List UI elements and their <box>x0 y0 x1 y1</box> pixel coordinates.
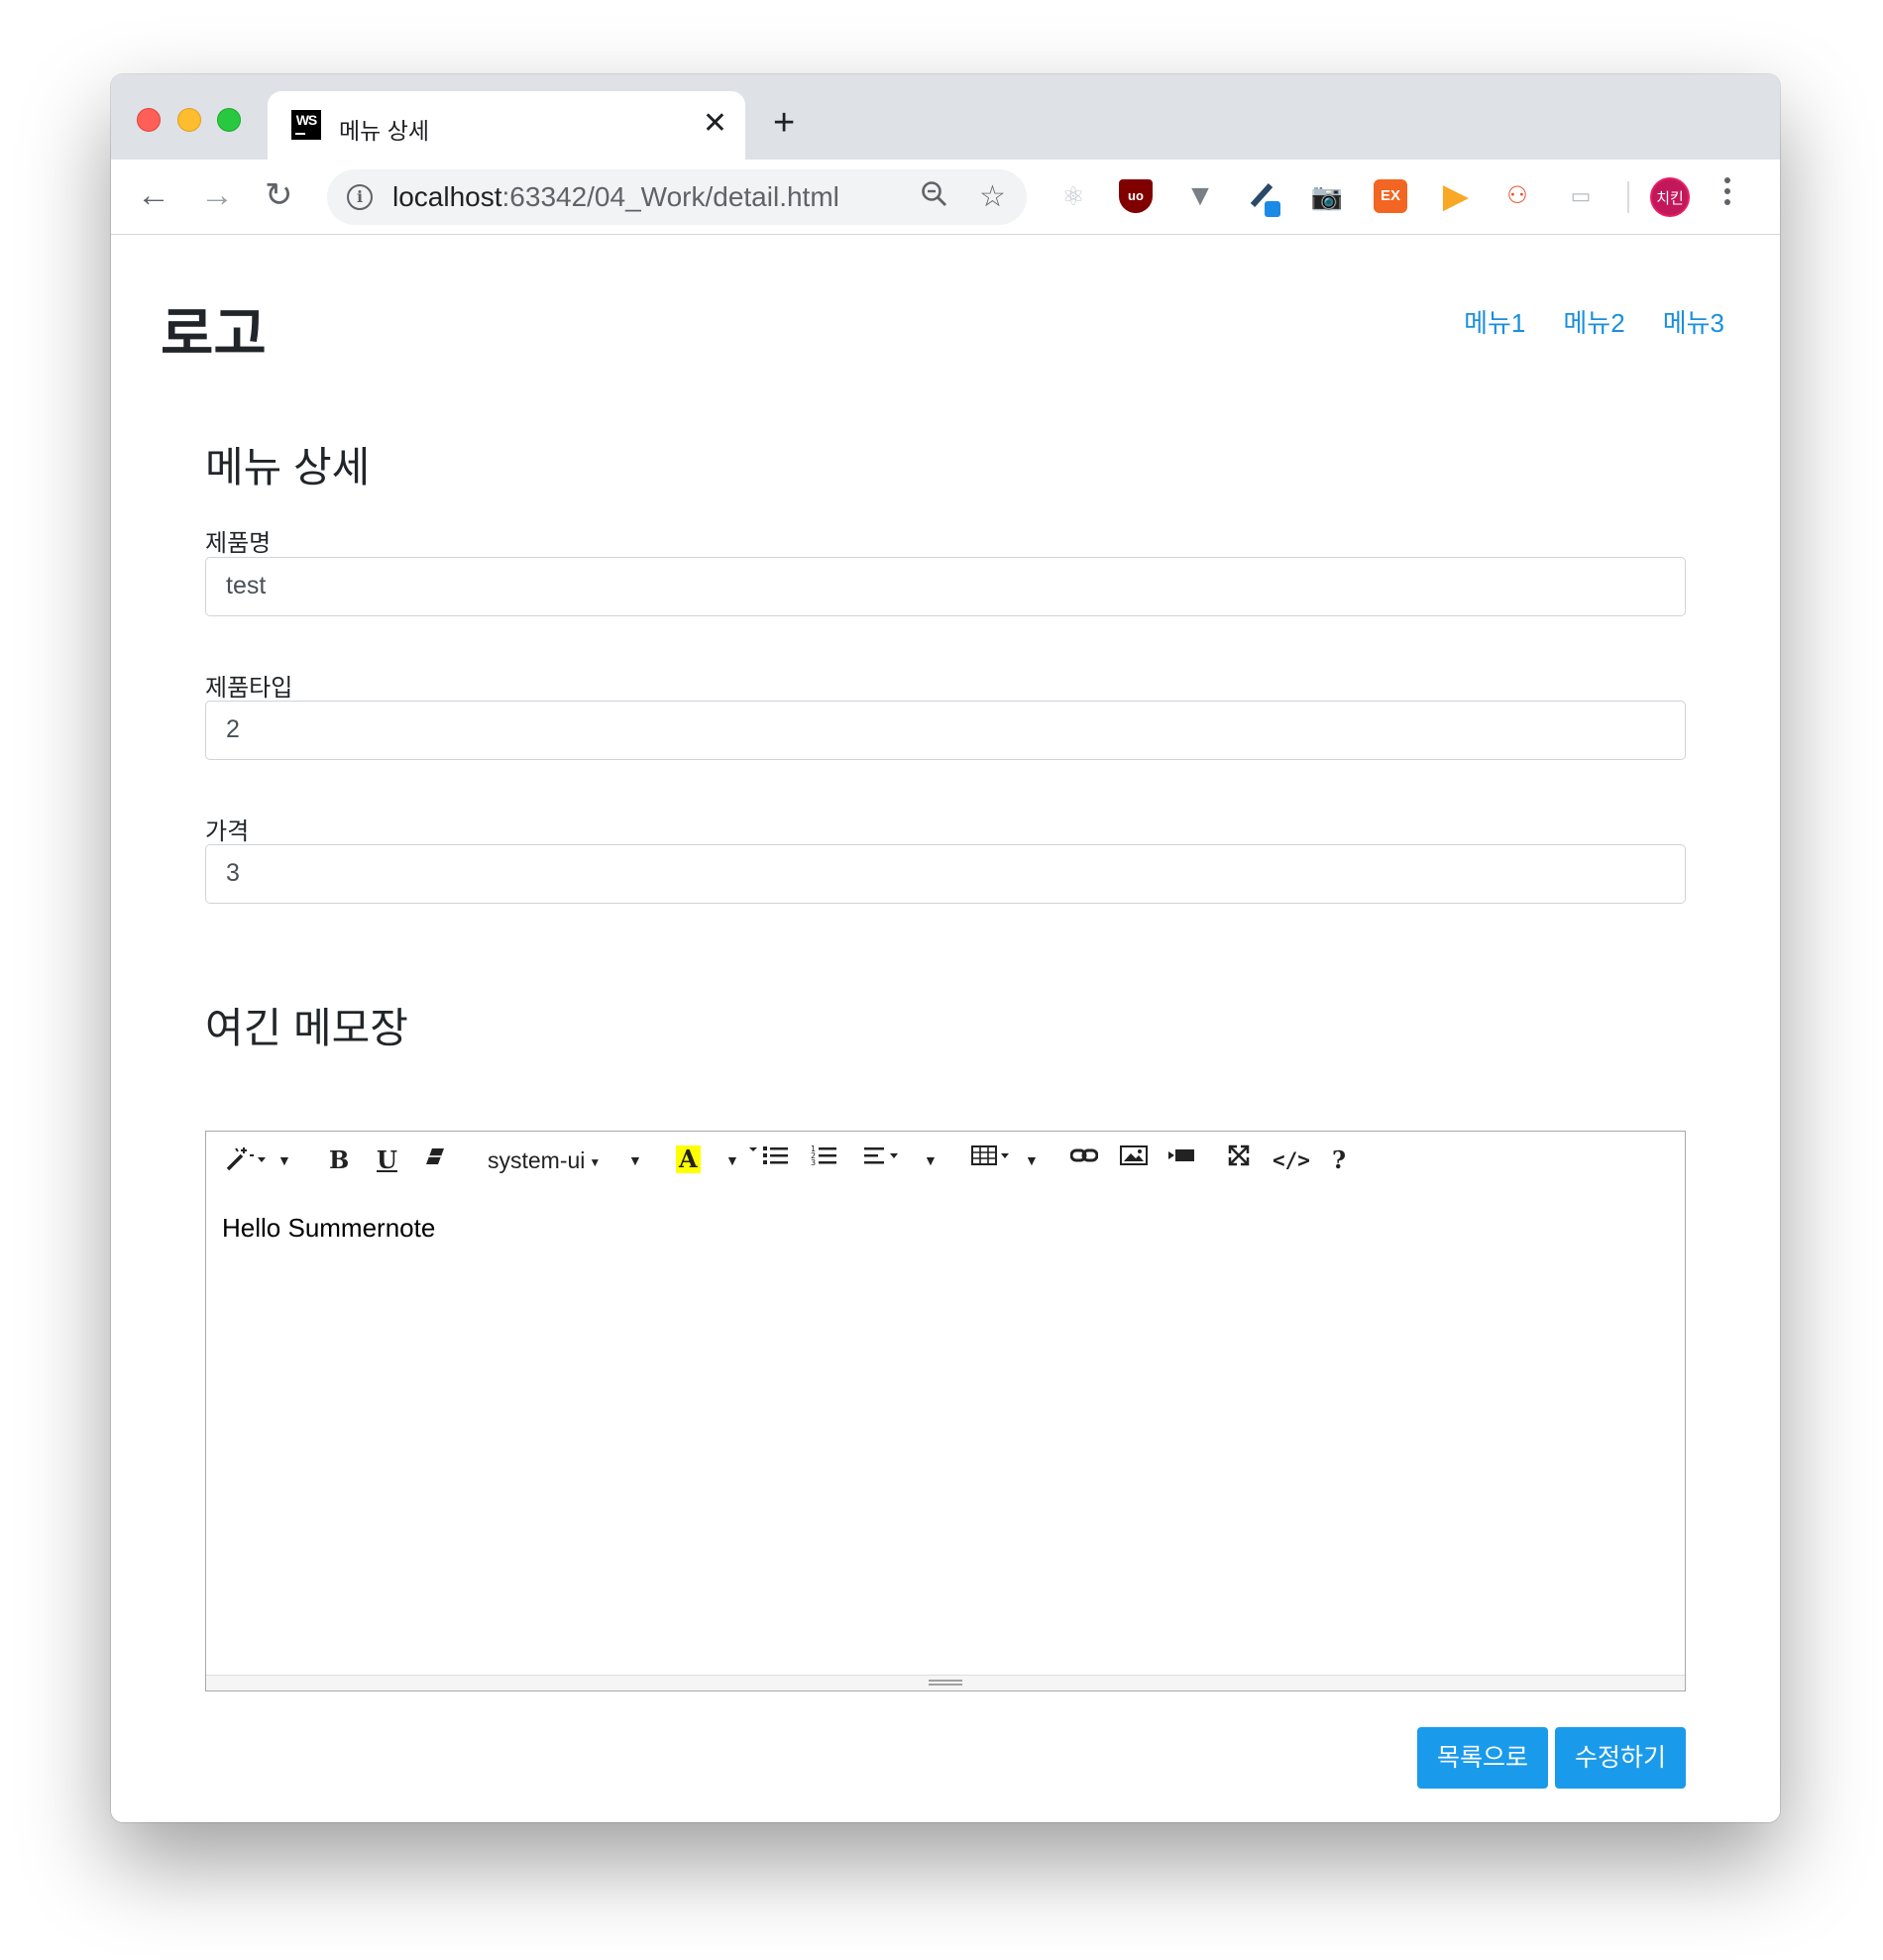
video-icon[interactable] <box>1167 1143 1195 1177</box>
memo-title: 여긴 메모장 <box>205 1005 408 1051</box>
product-name-input[interactable]: test <box>205 557 1686 616</box>
color-caret-icon[interactable]: ▼ <box>725 1143 739 1177</box>
font-family-value: system-ui <box>488 1147 586 1173</box>
bold-icon[interactable]: B <box>329 1143 349 1177</box>
table-icon[interactable] <box>971 1143 1015 1177</box>
site-logo[interactable]: 로고 <box>161 287 267 371</box>
nav-item-menu1[interactable]: 메뉴1 <box>1464 303 1525 340</box>
nav-item-menu2[interactable]: 메뉴2 <box>1563 303 1624 340</box>
react-devtools-icon[interactable]: ⚛ <box>1056 179 1090 213</box>
style-dropdown-caret-icon[interactable]: ▼ <box>277 1143 291 1177</box>
sitemap-icon[interactable]: ⚇ <box>1500 179 1534 213</box>
paragraph-align-icon[interactable] <box>864 1143 904 1177</box>
ruler-icon[interactable]: ▭ <box>1564 179 1598 213</box>
toolbar-divider <box>1627 181 1629 213</box>
table-caret-icon[interactable]: ▼ <box>1025 1143 1039 1177</box>
minimize-window-button[interactable] <box>177 108 201 132</box>
price-input[interactable]: 3 <box>205 844 1686 904</box>
camera-icon[interactable]: 📷 <box>1310 179 1344 213</box>
forward-arrow-icon[interactable]: → <box>200 175 234 215</box>
ext-ex-icon[interactable]: EX <box>1374 179 1407 213</box>
vue-devtools-icon[interactable]: ▼ <box>1183 179 1217 213</box>
editor-toolbar: ▼ B U system-ui ▼ ▼ A ▼ 123 ▼ ▼ </> ? <box>206 1132 1685 1191</box>
kebab-menu-icon[interactable] <box>1724 177 1732 210</box>
help-icon[interactable]: ? <box>1332 1143 1346 1177</box>
info-icon[interactable]: i <box>347 184 373 210</box>
svg-text:3: 3 <box>811 1158 816 1167</box>
eraser-icon[interactable] <box>424 1143 446 1177</box>
text-color-icon[interactable]: A <box>676 1143 701 1177</box>
fullscreen-icon[interactable] <box>1227 1143 1251 1177</box>
product-name-label: 제품명 <box>205 530 272 557</box>
tab-title: 메뉴 상세 <box>339 118 430 144</box>
nav-item-menu3[interactable]: 메뉴3 <box>1663 303 1724 340</box>
play-icon[interactable]: ▶ <box>1439 179 1473 213</box>
close-window-button[interactable] <box>137 108 161 132</box>
top-nav: 메뉴1 메뉴2 메뉴3 <box>1464 303 1724 340</box>
webstorm-favicon-icon: WS <box>291 110 321 140</box>
memo-editor: ▼ B U system-ui ▼ ▼ A ▼ 123 ▼ ▼ </> ? He… <box>205 1131 1686 1691</box>
browser-tab[interactable]: WS 메뉴 상세 ✕ <box>268 91 745 160</box>
zoom-icon[interactable] <box>920 179 949 218</box>
tab-close-icon[interactable]: ✕ <box>703 107 727 141</box>
unordered-list-icon[interactable] <box>749 1143 789 1177</box>
font-caret-icon: ▼ <box>589 1154 602 1169</box>
bookmark-star-icon[interactable]: ☆ <box>979 179 1006 215</box>
maximize-window-button[interactable] <box>217 108 241 132</box>
back-arrow-icon[interactable]: ← <box>137 175 170 215</box>
new-tab-button[interactable]: + <box>773 104 795 142</box>
profile-avatar[interactable]: 치킨 <box>1650 177 1690 217</box>
price-label: 가격 <box>205 818 250 845</box>
product-type-label: 제품타입 <box>205 675 293 702</box>
product-type-input[interactable]: 2 <box>205 701 1686 760</box>
list-button[interactable]: 목록으로 <box>1417 1727 1548 1789</box>
picture-icon[interactable] <box>1120 1143 1148 1177</box>
browser-window: WS 메뉴 상세 ✕ + ← → ↻ i localhost:63342/04_… <box>111 74 1780 1822</box>
page-content: 로고 메뉴1 메뉴2 메뉴3 메뉴 상세 제품명 test 제품타입 2 가격 … <box>111 236 1780 1822</box>
magic-wand-icon[interactable] <box>224 1143 270 1177</box>
url-text: localhost:63342/04_Work/detail.html <box>392 181 839 212</box>
align-caret-icon[interactable]: ▼ <box>924 1143 938 1177</box>
tab-strip: WS 메뉴 상세 ✕ + <box>111 74 1780 160</box>
edit-button[interactable]: 수정하기 <box>1555 1727 1686 1789</box>
reload-icon[interactable]: ↻ <box>265 175 293 215</box>
font-family-dropdown[interactable]: system-ui ▼ <box>488 1143 601 1177</box>
editor-resize-bar[interactable] <box>206 1675 1685 1690</box>
ordered-list-icon[interactable]: 123 <box>811 1143 836 1177</box>
ublock-icon[interactable]: uo <box>1119 179 1153 213</box>
link-icon[interactable] <box>1069 1143 1099 1177</box>
editor-content[interactable]: Hello Summernote <box>222 1213 435 1244</box>
address-bar[interactable]: i localhost:63342/04_Work/detail.html ☆ <box>327 169 1027 225</box>
font-dropdown-caret-icon[interactable]: ▼ <box>628 1143 642 1177</box>
detail-title: 메뉴 상세 <box>205 444 371 490</box>
resize-grip-icon[interactable] <box>929 1680 962 1688</box>
code-view-icon[interactable]: </> <box>1273 1143 1310 1177</box>
underline-icon[interactable]: U <box>377 1143 397 1177</box>
eyedropper-icon[interactable] <box>1247 179 1280 217</box>
browser-toolbar: ← → ↻ i localhost:63342/04_Work/detail.h… <box>111 160 1780 235</box>
